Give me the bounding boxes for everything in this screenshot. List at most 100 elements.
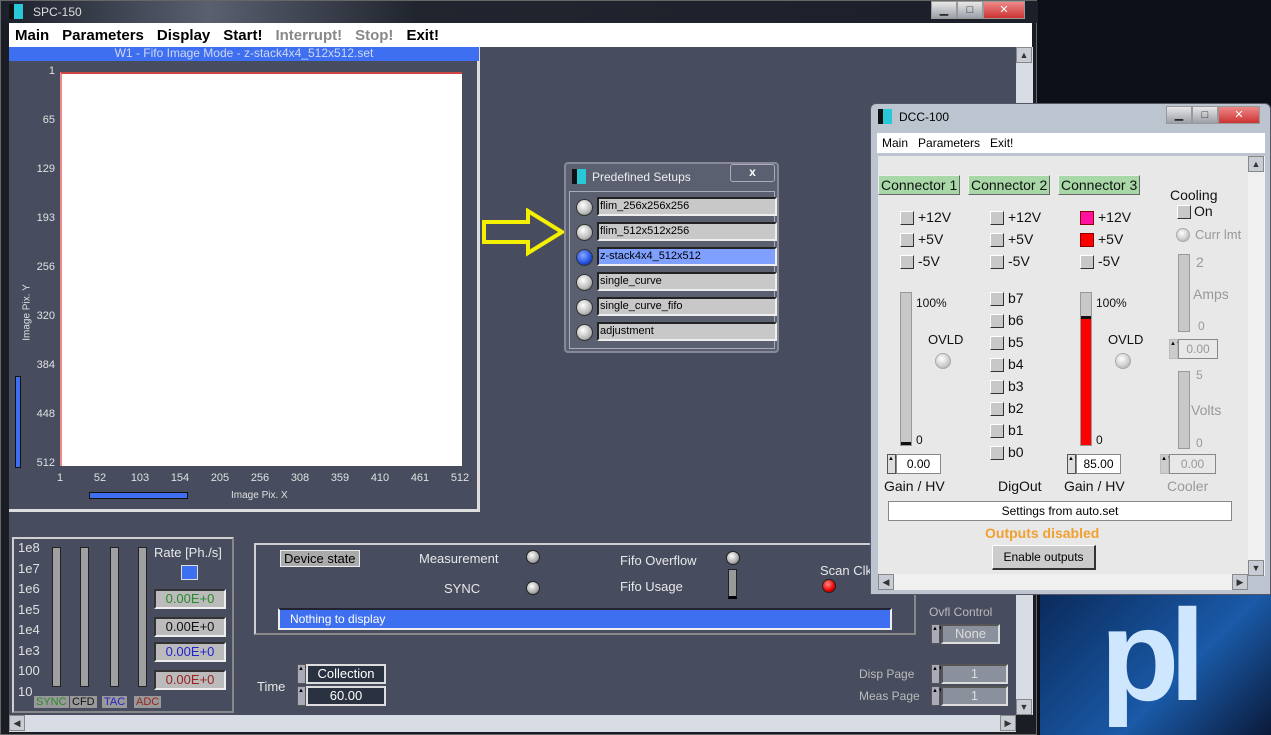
connector-2-v12-checkbox[interactable] (990, 211, 1004, 225)
scroll-down-icon[interactable]: ▼ (1016, 699, 1032, 715)
menu-display[interactable]: Display (157, 27, 210, 44)
connector-2-vm5-checkbox[interactable] (990, 255, 1004, 269)
rate-scale-label: 1e5 (18, 601, 40, 617)
ovfl-control-field[interactable]: None (941, 624, 1000, 644)
x-tick-label: 1 (56, 472, 64, 484)
sync-rate: 0.00E+0 (154, 589, 226, 609)
digout-b2-checkbox[interactable] (990, 402, 1004, 416)
connector-2-vm5-label: -5V (1008, 253, 1030, 269)
connector-1-gain-field[interactable]: 0.00 (896, 454, 941, 474)
amps-spinner: ▲▼ (1169, 339, 1182, 359)
digout-b2-label: b2 (1008, 400, 1024, 416)
connector-1-gain-slider[interactable] (900, 292, 912, 446)
setup-list: flim_256x256x256 flim_512x512x256 z-stack4… (569, 191, 777, 349)
setup-item[interactable]: adjustment (576, 322, 777, 341)
connector-3-gain-slider[interactable] (1080, 292, 1092, 446)
minimize-button[interactable]: ▁ (1166, 106, 1192, 124)
connector-3-v12-checkbox[interactable] (1080, 211, 1094, 225)
scroll-left-icon[interactable]: ◀ (878, 574, 894, 590)
digout-b1-checkbox[interactable] (990, 424, 1004, 438)
predefined-close-button[interactable]: x (730, 164, 775, 182)
enable-outputs-button[interactable]: Enable outputs (992, 545, 1096, 570)
scroll-left-icon[interactable]: ◀ (9, 715, 25, 731)
time-mode-field[interactable]: Collection (306, 664, 386, 684)
connector-1-gain-spinner[interactable]: ▲▼ (887, 454, 900, 474)
setup-item[interactable]: z-stack4x4_512x512 (576, 247, 777, 266)
dcc-menu-exit[interactable]: Exit! (990, 136, 1013, 150)
setup-item[interactable]: flim_512x512x256 (576, 222, 777, 241)
dcc-horizontal-scrollbar[interactable]: ◀ ▶ (878, 574, 1248, 590)
disp-page-spinner[interactable]: ▲▼ (931, 664, 944, 684)
gain-level-fill (901, 441, 911, 445)
rate-scale-label: 1e4 (18, 622, 40, 637)
maximize-button[interactable]: □ (957, 1, 983, 19)
amps-slider[interactable] (1178, 254, 1190, 332)
dcc-menu-main[interactable]: Main (882, 136, 908, 150)
menu-main[interactable]: Main (15, 27, 49, 44)
dcc-vertical-scrollbar[interactable]: ▲ ▼ (1248, 156, 1265, 576)
x-scroll-handle[interactable] (89, 492, 188, 499)
meas-page-field[interactable]: 1 (941, 686, 1008, 706)
setup-name[interactable]: flim_256x256x256 (597, 197, 777, 216)
setup-name[interactable]: single_curve (597, 272, 777, 291)
time-value-field[interactable]: 60.00 (306, 686, 386, 706)
connector-1-min: 0 (916, 433, 923, 447)
setup-radio-icon[interactable] (576, 249, 593, 266)
spc-title-bar[interactable]: SPC-150 ▁ □ ✕ (1, 1, 1038, 23)
disp-page-field[interactable]: 1 (941, 664, 1008, 684)
rate-indicator[interactable] (181, 565, 198, 580)
digout-b3-checkbox[interactable] (990, 380, 1004, 394)
connector-1-v5-checkbox[interactable] (900, 233, 914, 247)
connector-3-gain-field[interactable]: 85.00 (1076, 454, 1121, 474)
connector-3-gain-spinner[interactable]: ▲▼ (1067, 454, 1080, 474)
close-button[interactable]: ✕ (983, 1, 1025, 19)
close-button[interactable]: ✕ (1218, 106, 1260, 124)
scroll-up-icon[interactable]: ▲ (1248, 156, 1264, 172)
connector-1-v12-checkbox[interactable] (900, 211, 914, 225)
setup-item[interactable]: single_curve_fifo (576, 297, 777, 316)
maximize-button[interactable]: □ (1192, 106, 1218, 124)
setup-radio-icon[interactable] (576, 324, 593, 341)
y-scroll-handle[interactable] (15, 376, 21, 468)
horizontal-scrollbar[interactable]: ◀ ▶ (9, 715, 1016, 732)
setup-name[interactable]: flim_512x512x256 (597, 222, 777, 241)
setup-radio-icon[interactable] (576, 299, 593, 316)
menu-start[interactable]: Start! (223, 27, 262, 44)
meas-page-spinner[interactable]: ▲▼ (931, 686, 944, 706)
image-canvas[interactable] (60, 72, 462, 466)
time-mode-spinner[interactable]: ▲▼ (297, 664, 310, 684)
menu-parameters[interactable]: Parameters (62, 27, 144, 44)
cooling-on-checkbox[interactable] (1177, 205, 1191, 219)
predefined-setups-window: Predefined Setups x flim_256x256x256 flim… (564, 162, 779, 353)
setup-radio-icon[interactable] (576, 224, 593, 241)
setup-name[interactable]: single_curve_fifo (597, 297, 777, 316)
ovfl-spinner[interactable]: ▲▼ (931, 624, 944, 644)
connector-3-v5-checkbox[interactable] (1080, 233, 1094, 247)
digout-b4-checkbox[interactable] (990, 358, 1004, 372)
scroll-down-icon[interactable]: ▼ (1248, 560, 1264, 576)
connector-3-v12-label: +12V (1098, 209, 1132, 225)
setup-radio-icon[interactable] (576, 199, 593, 216)
dcc-menu-parameters[interactable]: Parameters (918, 136, 980, 150)
connector-3-vm5-checkbox[interactable] (1080, 255, 1094, 269)
connector-1-vm5-checkbox[interactable] (900, 255, 914, 269)
scroll-right-icon[interactable]: ▶ (1232, 574, 1248, 590)
scroll-right-icon[interactable]: ▶ (1000, 715, 1016, 731)
setup-item[interactable]: flim_256x256x256 (576, 197, 777, 216)
digout-b6-checkbox[interactable] (990, 314, 1004, 328)
menu-exit[interactable]: Exit! (406, 27, 439, 44)
time-value-spinner[interactable]: ▲▼ (297, 686, 310, 706)
volts-slider[interactable] (1178, 371, 1190, 449)
digout-b0-checkbox[interactable] (990, 446, 1004, 460)
setup-radio-icon[interactable] (576, 274, 593, 291)
digout-b7-checkbox[interactable] (990, 292, 1004, 306)
setup-name[interactable]: adjustment (597, 322, 777, 341)
connector-2-v5-checkbox[interactable] (990, 233, 1004, 247)
setup-name[interactable]: z-stack4x4_512x512 (597, 247, 777, 266)
scroll-up-icon[interactable]: ▲ (1016, 47, 1032, 63)
digout-b5-checkbox[interactable] (990, 336, 1004, 350)
setup-item[interactable]: single_curve (576, 272, 777, 291)
x-tick-label: 52 (93, 472, 107, 484)
minimize-button[interactable]: ▁ (931, 1, 957, 19)
menu-interrupt: Interrupt! (275, 26, 343, 44)
